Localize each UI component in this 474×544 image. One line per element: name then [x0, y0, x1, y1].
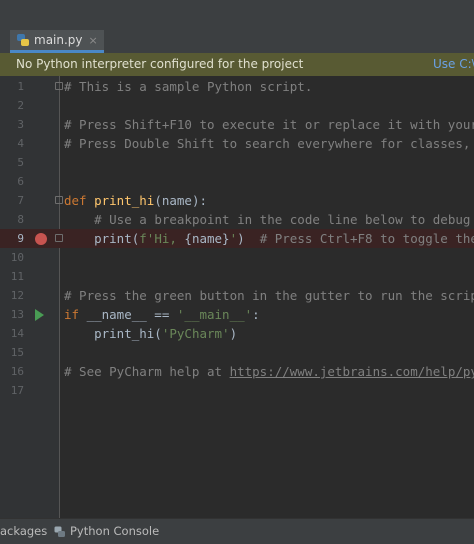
code-token: )	[229, 326, 238, 341]
code-line[interactable]: 2	[0, 96, 474, 115]
fold-marker-icon[interactable]	[55, 234, 63, 242]
code-editor[interactable]: 1 # This is a sample Python script. 2 3 # Pr…	[0, 76, 474, 518]
code-token: print_hi(	[64, 326, 162, 341]
code-line[interactable]: 11	[0, 267, 474, 286]
breakpoint-icon[interactable]	[35, 233, 47, 245]
warning-message: No Python interpreter configured for the…	[16, 57, 304, 71]
code-token: 'PyCharm'	[161, 326, 230, 341]
run-icon[interactable]	[35, 309, 44, 321]
code-line[interactable]: 15	[0, 343, 474, 362]
code-token: # Press the green button in the gutter t…	[64, 288, 474, 303]
code-token: # This is a sample Python script.	[64, 79, 313, 94]
line-number[interactable]: 6	[0, 172, 24, 191]
window-top-bar	[0, 0, 474, 31]
code-token: if	[64, 307, 87, 322]
line-number[interactable]: 16	[0, 362, 24, 381]
line-number[interactable]: 4	[0, 134, 24, 153]
line-number[interactable]: 7	[0, 191, 24, 210]
line-number[interactable]: 11	[0, 267, 24, 286]
code-text: # Press Double Shift to search everywher…	[64, 134, 474, 153]
code-line[interactable]: 17	[0, 381, 474, 400]
code-line[interactable]: 1 # This is a sample Python script.	[0, 77, 474, 96]
fold-marker-icon[interactable]	[55, 196, 63, 204]
python-console-icon	[54, 526, 65, 537]
line-number[interactable]: 9	[0, 229, 24, 248]
code-token: # Use a breakpoint in the code line belo…	[94, 212, 474, 227]
close-icon[interactable]: ×	[89, 34, 98, 47]
code-text: # This is a sample Python script.	[64, 77, 312, 96]
python-packages-tab[interactable]: ackages	[0, 519, 47, 544]
code-text: # Use a breakpoint in the code line belo…	[64, 210, 474, 229]
line-number[interactable]: 10	[0, 248, 24, 267]
line-number[interactable]: 5	[0, 153, 24, 172]
code-token: f'Hi,	[139, 231, 185, 246]
code-line[interactable]: 5	[0, 153, 474, 172]
code-line[interactable]: 14 print_hi('PyCharm')	[0, 324, 474, 343]
code-line[interactable]: 9 print(f'Hi, {name}') # Press Ctrl+F8 t…	[0, 229, 474, 248]
code-token: )	[237, 231, 260, 246]
code-token: (name):	[154, 193, 208, 208]
python-file-icon	[17, 34, 29, 46]
code-token: # Press Shift+F10 to execute it or repla…	[64, 117, 474, 132]
line-number[interactable]: 15	[0, 343, 24, 362]
code-line[interactable]: 10	[0, 248, 474, 267]
bottom-tool-bar: ackages Python Console	[0, 518, 474, 544]
code-text: # See PyCharm help at https://www.jetbra…	[64, 362, 474, 381]
code-token: print_hi	[94, 193, 155, 208]
fold-marker-icon[interactable]	[55, 82, 63, 90]
line-number[interactable]: 17	[0, 381, 24, 400]
code-text: # Press Shift+F10 to execute it or repla…	[64, 115, 474, 134]
help-link[interactable]: https://www.jetbrains.com/help/pycharm/	[230, 364, 474, 379]
interpreter-warning-banner: No Python interpreter configured for the…	[0, 53, 474, 76]
code-line[interactable]: 4 # Press Double Shift to search everywhe…	[0, 134, 474, 153]
code-token: __name__ ==	[86, 307, 177, 322]
use-interpreter-link[interactable]: Use C:\Us	[433, 53, 474, 76]
code-line[interactable]: 6	[0, 172, 474, 191]
code-token: # Press Double Shift to search everywher…	[64, 136, 474, 151]
line-number[interactable]: 13	[0, 305, 24, 324]
code-token: def	[64, 193, 95, 208]
code-token: {name}	[184, 231, 230, 246]
editor-tab-bar: main.py ×	[0, 30, 474, 54]
code-text: print(f'Hi, {name}') # Press Ctrl+F8 to …	[64, 229, 474, 248]
line-number[interactable]: 14	[0, 324, 24, 343]
code-line[interactable]: 16 # See PyCharm help at https://www.jetb…	[0, 362, 474, 381]
code-text: # Press the green button in the gutter t…	[64, 286, 474, 305]
code-token: print(	[64, 231, 140, 246]
code-text: if __name__ == '__main__':	[64, 305, 260, 324]
code-line[interactable]: 8 # Use a breakpoint in the code line be…	[0, 210, 474, 229]
code-token: :	[252, 307, 260, 322]
python-console-label: Python Console	[70, 524, 160, 538]
line-number[interactable]: 3	[0, 115, 24, 134]
python-console-tab[interactable]: Python Console	[54, 519, 159, 544]
line-number[interactable]: 2	[0, 96, 24, 115]
line-number[interactable]: 8	[0, 210, 24, 229]
code-text: def print_hi(name):	[64, 191, 207, 210]
code-line[interactable]: 13 if __name__ == '__main__':	[0, 305, 474, 324]
line-number[interactable]: 12	[0, 286, 24, 305]
tab-label: main.py	[34, 33, 83, 47]
line-number[interactable]: 1	[0, 77, 24, 96]
code-token: '__main__'	[176, 307, 253, 322]
code-token: # See PyCharm help at	[64, 364, 230, 379]
code-line[interactable]: 12 # Press the green button in the gutter…	[0, 286, 474, 305]
code-text: print_hi('PyCharm')	[64, 324, 237, 343]
tab-main-py[interactable]: main.py ×	[10, 30, 104, 53]
code-line[interactable]: 3 # Press Shift+F10 to execute it or repl…	[0, 115, 474, 134]
code-token: # Press Ctrl+F8 to toggle the breakpoint…	[259, 231, 474, 246]
code-token: '	[229, 231, 238, 246]
code-line[interactable]: 7 def print_hi(name):	[0, 191, 474, 210]
